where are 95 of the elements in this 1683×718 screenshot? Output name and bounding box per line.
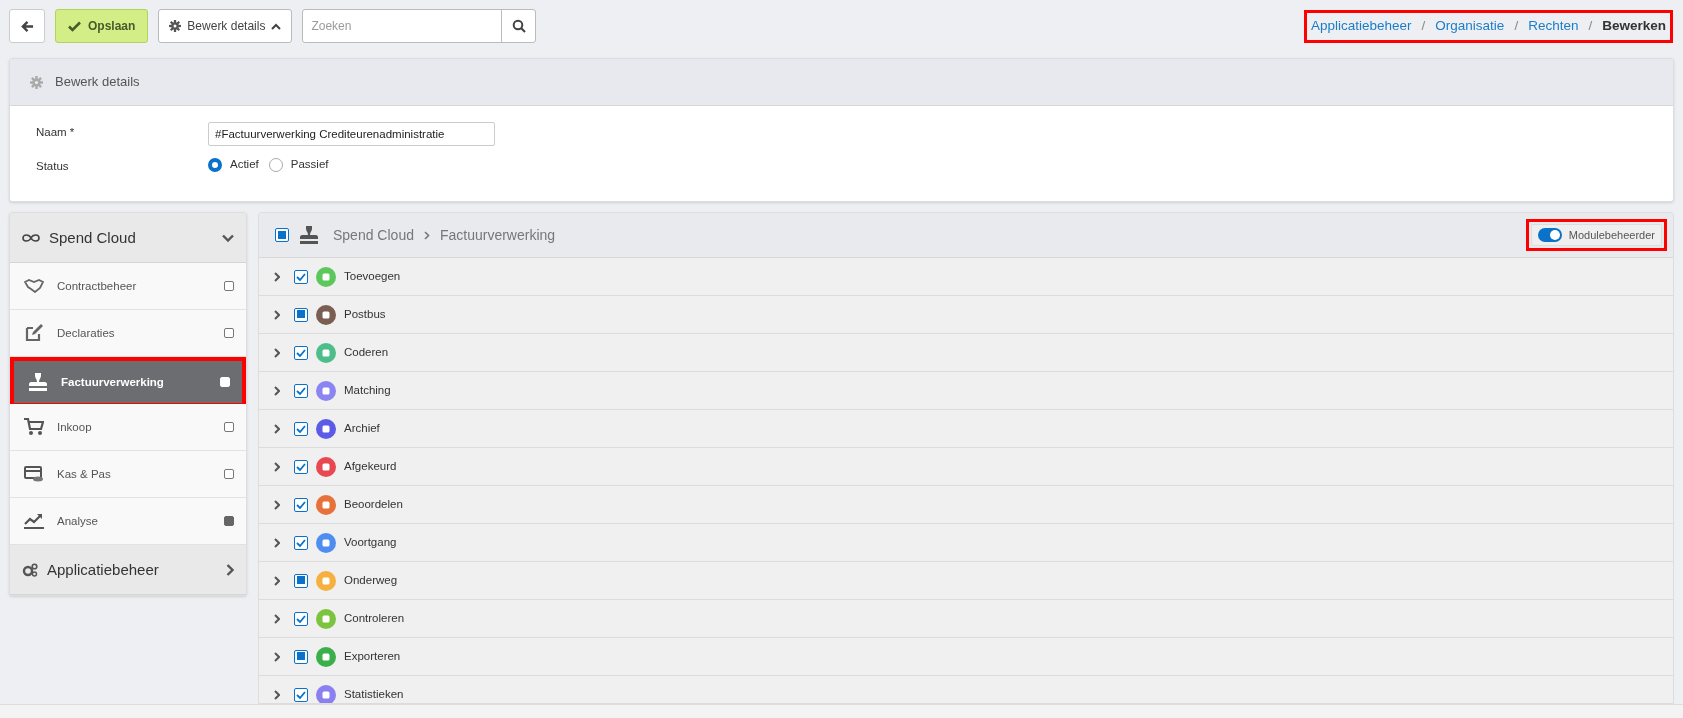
permission-row[interactable]: Beoordelen: [259, 486, 1673, 525]
radio-label: Actief: [230, 157, 259, 172]
permission-row[interactable]: Toevoegen: [259, 258, 1673, 297]
checkbox[interactable]: [294, 269, 308, 284]
permission-row[interactable]: Postbus: [259, 296, 1673, 335]
expand-chevron-icon[interactable]: [274, 499, 280, 510]
permission-row[interactable]: Matching: [259, 372, 1673, 411]
permission-label: Afgekeurd: [344, 459, 397, 475]
radio-button[interactable]: [208, 157, 222, 172]
sidebar-group-header[interactable]: Spend Cloud: [10, 213, 246, 264]
search-icon: [511, 19, 526, 33]
back-button[interactable]: [9, 9, 45, 43]
search-input[interactable]: Zoeken: [303, 10, 502, 42]
pencil-edit-icon: [24, 323, 44, 344]
sidebar-item[interactable]: Analyse: [10, 498, 246, 546]
checkbox[interactable]: [294, 459, 308, 474]
sidebar-item[interactable]: Contractbeheer: [10, 263, 246, 311]
trend-chart-icon: [24, 513, 44, 530]
permission-row[interactable]: Voortgang: [259, 524, 1673, 563]
checkbox[interactable]: [224, 516, 234, 527]
field-label: Naam *: [36, 125, 76, 140]
checkbox[interactable]: [294, 687, 308, 702]
checkbox[interactable]: [224, 328, 234, 339]
permission-row[interactable]: Exporteren: [259, 638, 1673, 677]
breadcrumb-current: Bewerken: [1602, 16, 1666, 35]
checkbox[interactable]: [224, 422, 234, 433]
checkbox[interactable]: [224, 469, 234, 480]
checkbox[interactable]: [294, 611, 308, 626]
checkbox[interactable]: [294, 383, 308, 398]
breadcrumb-page: Factuurverwerking: [439, 225, 556, 245]
search-field[interactable]: Zoeken: [302, 9, 537, 43]
expand-chevron-icon[interactable]: [274, 347, 280, 358]
stamp-icon: [299, 225, 319, 246]
edit-details-button[interactable]: Bewerk details: [158, 9, 293, 43]
breadcrumb-separator: /: [1421, 16, 1426, 35]
checkbox[interactable]: [224, 281, 234, 292]
credit-card-icon: [24, 466, 44, 483]
permission-row[interactable]: Afgekeurd: [259, 448, 1673, 487]
sidebar-item[interactable]: Declaraties: [10, 310, 246, 358]
checkbox[interactable]: [294, 535, 308, 550]
expand-chevron-icon[interactable]: [274, 537, 280, 548]
sidebar-item[interactable]: Inkoop: [10, 404, 246, 452]
gears-icon: [22, 562, 38, 577]
permission-label: Beoordelen: [344, 497, 403, 513]
stamp-icon: [28, 372, 48, 393]
permission-row[interactable]: Coderen: [259, 334, 1673, 373]
expand-chevron-icon[interactable]: [274, 309, 280, 320]
infinity-icon: [22, 232, 40, 243]
expand-chevron-icon[interactable]: [274, 385, 280, 396]
gear-icon: [30, 75, 43, 89]
field-label: Status: [36, 159, 70, 174]
name-input[interactable]: #Factuurverwerking Crediteurenadministratie: [208, 122, 495, 146]
chevron-right-icon: [423, 230, 430, 240]
module-admin-toggle[interactable]: Modulebeheerder: [1530, 224, 1662, 247]
radio-label: Passief: [290, 157, 329, 172]
expand-chevron-icon[interactable]: [274, 271, 280, 282]
checkbox[interactable]: [275, 228, 289, 243]
check-icon: [68, 20, 81, 32]
expand-chevron-icon[interactable]: [274, 423, 280, 434]
section-title: Bewerk details: [55, 73, 140, 92]
checkbox[interactable]: [294, 421, 308, 436]
permission-label: Postbus: [344, 307, 386, 323]
breadcrumb-separator: /: [1588, 16, 1593, 35]
cart-icon: [24, 418, 44, 437]
permission-label: Archief: [344, 421, 380, 437]
permission-label: Voortgang: [344, 535, 397, 551]
sidebar-item[interactable]: Factuurverwerking: [10, 357, 246, 405]
breadcrumb-separator: /: [1514, 16, 1519, 35]
permission-label: Onderweg: [344, 573, 398, 589]
sidebar-item[interactable]: Kas & Pas: [10, 451, 246, 499]
checkbox[interactable]: [294, 345, 308, 360]
expand-chevron-icon[interactable]: [274, 461, 280, 472]
save-button[interactable]: Opslaan: [55, 9, 149, 43]
permission-row[interactable]: Archief: [259, 410, 1673, 449]
permission-label: Matching: [344, 383, 391, 399]
expand-chevron-icon[interactable]: [274, 689, 280, 700]
breadcrumb-link[interactable]: Organisatie: [1435, 15, 1505, 37]
checkbox[interactable]: [294, 497, 308, 512]
radio-button[interactable]: [268, 157, 283, 172]
breadcrumb-link[interactable]: Applicatiebeheer: [1311, 15, 1412, 37]
permission-label: Toevoegen: [344, 269, 401, 285]
permission-label: Exporteren: [344, 649, 401, 665]
breadcrumb-link[interactable]: Rechten: [1528, 15, 1579, 37]
permission-row[interactable]: Controleren: [259, 600, 1673, 639]
expand-chevron-icon[interactable]: [274, 613, 280, 624]
breadcrumb-module: Spend Cloud: [333, 225, 414, 245]
gear-icon: [169, 20, 182, 32]
expand-chevron-icon[interactable]: [274, 575, 280, 586]
permission-label: Coderen: [344, 345, 389, 361]
back-arrow-icon: [20, 19, 34, 33]
permission-label: Statistieken: [344, 687, 404, 703]
permission-label: Controleren: [344, 611, 405, 627]
expand-chevron-icon[interactable]: [274, 651, 280, 662]
sidebar-group-header[interactable]: Applicatiebeheer: [10, 545, 246, 596]
permission-row[interactable]: Onderweg: [259, 562, 1673, 601]
